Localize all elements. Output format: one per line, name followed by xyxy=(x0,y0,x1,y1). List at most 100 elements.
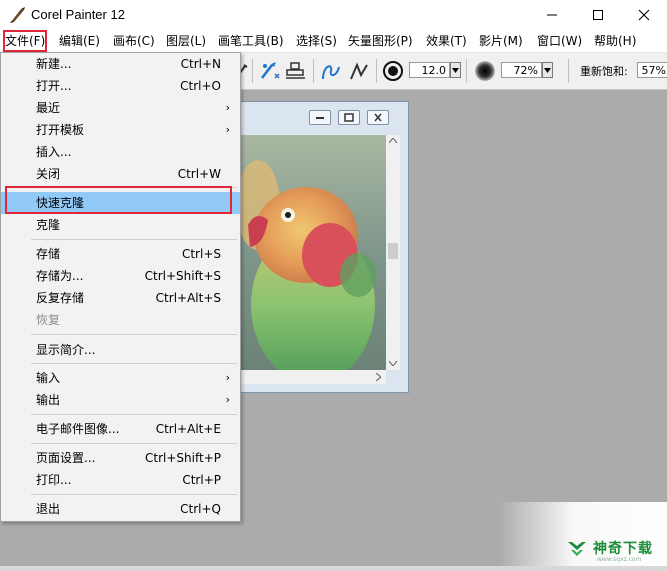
close-button[interactable] xyxy=(621,0,667,30)
maximize-button[interactable] xyxy=(575,0,621,30)
menu-item-page-setup[interactable]: 页面设置... Ctrl+Shift+P xyxy=(1,447,240,469)
menu-brush-tools[interactable]: 画笔工具(B) xyxy=(218,32,284,50)
menu-item-label: 新建... xyxy=(36,57,72,71)
close-icon xyxy=(638,9,650,21)
menu-separator xyxy=(31,363,237,364)
watermark-logo-icon xyxy=(568,542,586,556)
menu-item-label: 插入... xyxy=(36,145,72,159)
minimize-icon xyxy=(547,14,557,16)
watermark-subtext: www.sqxz.com xyxy=(597,556,642,563)
canvas-image[interactable] xyxy=(238,135,386,370)
brush-size-icon xyxy=(383,61,403,81)
menu-item-shortcut: Ctrl+O xyxy=(180,79,221,93)
menu-item-label: 恢复 xyxy=(36,313,61,327)
toolbar-separator xyxy=(252,59,253,83)
chevron-down-icon xyxy=(452,67,459,73)
menu-edit[interactable]: 编辑(E) xyxy=(59,32,100,50)
menu-item-shortcut: Ctrl+Alt+E xyxy=(155,422,221,436)
menu-item-place[interactable]: 插入... xyxy=(1,141,240,163)
menu-item-close[interactable]: 关闭 Ctrl+W xyxy=(1,163,240,185)
menu-item-open[interactable]: 打开... Ctrl+O xyxy=(1,75,240,97)
menu-item-import[interactable]: 输入 › xyxy=(1,367,240,389)
menu-item-exit[interactable]: 退出 Ctrl+Q xyxy=(1,498,240,520)
menu-layers[interactable]: 图层(L) xyxy=(166,32,206,50)
submenu-arrow-icon: › xyxy=(225,371,230,384)
menu-item-open-template[interactable]: 打开模板 › xyxy=(1,119,240,141)
restore-icon xyxy=(344,113,354,122)
menu-item-print[interactable]: 打印... Ctrl+P xyxy=(1,469,240,491)
menu-effects[interactable]: 效果(T) xyxy=(426,32,467,50)
menu-item-label: 电子邮件图像... xyxy=(36,422,120,436)
file-menu-dropdown: 新建... Ctrl+N 打开... Ctrl+O 最近 › 打开模板 › 插入... … xyxy=(0,52,241,522)
menu-item-email-image[interactable]: 电子邮件图像... Ctrl+Alt+E xyxy=(1,418,240,440)
opacity-dropdown[interactable] xyxy=(542,62,553,78)
minimize-icon xyxy=(316,117,324,119)
corel-painter-icon xyxy=(10,7,25,23)
clone-source-icon[interactable] xyxy=(259,60,283,82)
menu-item-label: 反复存储 xyxy=(36,291,85,305)
toolbar-separator xyxy=(568,59,569,83)
menu-item-iterative-save[interactable]: 反复存储 Ctrl+Alt+S xyxy=(1,287,240,309)
menu-window[interactable]: 窗口(W) xyxy=(537,32,582,50)
menu-select[interactable]: 选择(S) xyxy=(296,32,337,50)
menu-file[interactable]: 文件(F) xyxy=(2,30,48,52)
menu-canvas[interactable]: 画布(C) xyxy=(113,32,155,50)
menu-item-label: 打开模板 xyxy=(36,123,85,137)
minimize-button[interactable] xyxy=(529,0,575,30)
close-icon xyxy=(374,113,382,122)
menu-item-shortcut: Ctrl+N xyxy=(180,57,221,71)
menu-item-clone[interactable]: 克隆 xyxy=(1,214,240,236)
menu-item-export[interactable]: 输出 › xyxy=(1,389,240,411)
menu-movie[interactable]: 影片(M) xyxy=(479,32,523,50)
doc-minimize-button[interactable] xyxy=(309,110,331,125)
menu-item-label: 关闭 xyxy=(36,167,61,181)
menu-item-get-info[interactable]: 显示简介... xyxy=(1,339,240,361)
menu-item-shortcut: Ctrl+W xyxy=(177,167,221,181)
scroll-up-icon[interactable] xyxy=(389,138,397,143)
straight-line-icon[interactable] xyxy=(347,59,371,83)
maximize-icon xyxy=(593,10,603,20)
menu-item-shortcut: Ctrl+Shift+S xyxy=(144,269,221,283)
menu-item-save[interactable]: 存储 Ctrl+S xyxy=(1,243,240,265)
scroll-down-icon[interactable] xyxy=(389,361,397,366)
menu-item-shortcut: Ctrl+Q xyxy=(180,502,221,516)
scroll-right-icon[interactable] xyxy=(376,373,381,381)
parrot-image xyxy=(238,135,386,370)
canvas-vertical-scrollbar[interactable] xyxy=(386,135,400,370)
toolbar-separator xyxy=(313,59,314,83)
watermark-text: 神奇下载 xyxy=(593,541,653,557)
menu-item-label: 退出 xyxy=(36,502,61,516)
freehand-stroke-icon[interactable] xyxy=(319,59,343,83)
menu-item-label: 克隆 xyxy=(36,218,61,232)
menu-separator xyxy=(31,414,237,415)
vertical-scroll-thumb[interactable] xyxy=(388,243,398,259)
menu-shapes[interactable]: 矢量图形(P) xyxy=(348,32,413,50)
window-title: Corel Painter 12 xyxy=(31,7,125,22)
menu-item-label: 显示简介... xyxy=(36,343,96,357)
menu-item-save-as[interactable]: 存储为... Ctrl+Shift+S xyxy=(1,265,240,287)
menu-separator xyxy=(31,239,237,240)
menu-item-recent[interactable]: 最近 › xyxy=(1,97,240,119)
menu-item-new[interactable]: 新建... Ctrl+N xyxy=(1,53,240,75)
resaturation-label: 重新饱和: xyxy=(580,65,628,78)
menu-bar: 文件(F) 编辑(E) 画布(C) 图层(L) 画笔工具(B) 选择(S) 矢量… xyxy=(0,30,667,53)
menu-item-shortcut: Ctrl+Shift+P xyxy=(145,451,221,465)
menu-separator xyxy=(31,443,237,444)
brush-size-dropdown[interactable] xyxy=(450,62,461,78)
menu-item-label: 输入 xyxy=(36,371,61,385)
menu-separator xyxy=(31,334,237,335)
stamp-tool-icon[interactable] xyxy=(284,60,308,82)
doc-close-button[interactable] xyxy=(367,110,389,125)
menu-item-shortcut: Ctrl+S xyxy=(181,247,221,261)
resaturation-field[interactable]: 57% xyxy=(637,62,667,78)
toolbar-separator xyxy=(466,59,467,83)
brush-size-field[interactable]: 12.0 xyxy=(409,62,450,78)
canvas-horizontal-scrollbar[interactable] xyxy=(238,370,386,384)
chevron-down-icon xyxy=(544,67,551,73)
submenu-arrow-icon: › xyxy=(225,393,230,406)
opacity-field[interactable]: 72% xyxy=(501,62,542,78)
menu-item-label: 页面设置... xyxy=(36,451,96,465)
menu-item-shortcut: Ctrl+P xyxy=(182,473,221,487)
menu-help[interactable]: 帮助(H) xyxy=(594,32,636,50)
doc-restore-button[interactable] xyxy=(338,110,360,125)
